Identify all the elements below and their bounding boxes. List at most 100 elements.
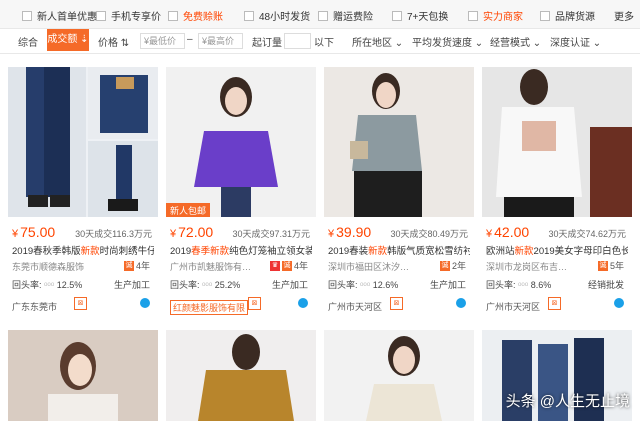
shop-name[interactable]: 深圳市福田区沐汐… bbox=[328, 260, 409, 273]
sort-business[interactable]: 经营模式 ⌄ bbox=[490, 34, 541, 49]
below-label: 以下 bbox=[314, 38, 334, 49]
sold-volume: 30天成交74.62万元 bbox=[548, 229, 626, 239]
chevron-down-icon: ⌄ bbox=[532, 38, 542, 49]
shop-location: 广州市天河区 bbox=[486, 302, 541, 312]
price-max-input[interactable]: ¥最高价 bbox=[198, 33, 243, 49]
checkbox-icon[interactable] bbox=[392, 10, 402, 21]
product-title[interactable]: 2019春装新款韩版气质宽松雪纺衬 bbox=[328, 243, 470, 257]
product-image[interactable] bbox=[482, 67, 632, 217]
product-title[interactable]: 2019春季新款纯色灯笼袖立领女装 bbox=[170, 243, 312, 257]
service-rating-icon: ᵒᵒᵒ bbox=[518, 280, 529, 290]
new-user-free-shipping-tag: 新人包邮 bbox=[166, 203, 211, 217]
price-dash: – bbox=[187, 34, 193, 45]
business-type: 生产加工 bbox=[429, 280, 466, 290]
guarantee-icon: ⊠ bbox=[74, 297, 87, 310]
wangwang-chat-icon[interactable] bbox=[614, 298, 624, 308]
product-image[interactable] bbox=[166, 330, 316, 421]
repeat-rate-label: 回头率: bbox=[486, 280, 516, 290]
sort-arrows-icon: ⇅ bbox=[120, 38, 130, 49]
service-rating-icon: ᵒᵒᵒ bbox=[360, 280, 371, 290]
repeat-rate-value: 25.2% bbox=[214, 280, 241, 290]
guarantee-icon: ⊠ bbox=[390, 297, 403, 310]
min-order-input[interactable] bbox=[284, 33, 311, 49]
business-type: 经销批发 bbox=[587, 280, 624, 290]
product-price: 75.00 bbox=[20, 224, 56, 240]
filter-bar: 新人首单优惠 手机专享价 免费赊账 48小时发货 赠运费险 7+天包换 实力商家… bbox=[0, 0, 640, 29]
repeat-rate-label: 回头率: bbox=[328, 280, 358, 290]
price-min-input[interactable]: ¥最低价 bbox=[140, 33, 185, 49]
min-order-label: 起订量 bbox=[252, 38, 282, 49]
product-image[interactable] bbox=[324, 330, 474, 421]
repeat-rate-label: 回头率: bbox=[12, 280, 42, 290]
business-type: 生产加工 bbox=[113, 280, 150, 290]
chevron-down-icon: ⌄ bbox=[592, 38, 602, 49]
checkbox-icon[interactable] bbox=[244, 10, 254, 21]
chevron-down-icon: ⌄ bbox=[474, 38, 484, 49]
shop-name[interactable]: 广州市凯魅服饰有… bbox=[170, 260, 251, 273]
filter-new-user[interactable]: 新人首单优惠 bbox=[22, 8, 97, 23]
filter-brand-source[interactable]: 品牌货源 bbox=[540, 8, 595, 23]
product-price: 39.90 bbox=[336, 224, 372, 240]
filter-free-credit[interactable]: 免费赊账 bbox=[168, 8, 223, 23]
checkbox-icon[interactable] bbox=[96, 10, 106, 21]
wangwang-chat-icon[interactable] bbox=[140, 298, 150, 308]
product-title[interactable]: 2019春秋季韩版新款时尚刺绣牛仔 bbox=[12, 243, 154, 257]
shop-location: 红颜魅影服饰有限 bbox=[170, 300, 249, 315]
sort-delivery[interactable]: 平均发货速度 ⌄ bbox=[412, 34, 483, 49]
sold-volume: 30天成交97.31万元 bbox=[232, 229, 310, 239]
sort-sales-active[interactable]: 成交额 ⇣ bbox=[47, 29, 89, 51]
repeat-rate-value: 8.6% bbox=[530, 280, 552, 290]
guarantee-icon: ⊠ bbox=[548, 297, 561, 310]
filter-strong-merchant[interactable]: 实力商家 bbox=[468, 8, 523, 23]
shop-years: 5年 bbox=[609, 261, 624, 271]
product-price: 42.00 bbox=[494, 224, 530, 240]
product-card[interactable]: 新人包邮 ¥72.00 30天成交97.31万元 2019春季新款纯色灯笼袖立领… bbox=[166, 67, 316, 317]
shop-years: 4年 bbox=[293, 261, 308, 271]
sold-volume: 30天成交80.49万元 bbox=[390, 229, 468, 239]
crown-icon: ♛ bbox=[269, 260, 280, 271]
sort-composite[interactable]: 综合 bbox=[18, 34, 38, 49]
watermark: 头条 @人生无止境 bbox=[505, 393, 630, 410]
filter-more[interactable]: 更多 bbox=[614, 8, 634, 23]
product-card[interactable]: ¥42.00 30天成交74.62万元 欧洲站新款2019美女字母印白色长袖 深… bbox=[482, 67, 632, 317]
filter-7day-exchange[interactable]: 7+天包换 bbox=[392, 8, 448, 23]
filter-48h-ship[interactable]: 48小时发货 bbox=[244, 8, 310, 23]
cert-badge-icon: 诚 bbox=[597, 260, 608, 271]
shop-location: 广东东莞市 bbox=[12, 302, 58, 312]
product-card[interactable]: ¥39.90 30天成交80.49万元 2019春装新款韩版气质宽松雪纺衬 深圳… bbox=[324, 67, 474, 317]
sort-price[interactable]: 价格 ⇅ bbox=[98, 34, 129, 49]
product-image[interactable] bbox=[324, 67, 474, 217]
checkbox-icon[interactable] bbox=[468, 10, 478, 21]
sort-region[interactable]: 所在地区 ⌄ bbox=[352, 34, 403, 49]
product-image[interactable] bbox=[8, 67, 158, 217]
filter-mobile-price[interactable]: 手机专享价 bbox=[96, 8, 161, 23]
checkbox-icon[interactable] bbox=[318, 10, 328, 21]
checkbox-icon[interactable] bbox=[168, 10, 178, 21]
business-type: 生产加工 bbox=[271, 280, 308, 290]
chevron-down-icon: ⌄ bbox=[394, 38, 404, 49]
product-image[interactable]: 新人包邮 bbox=[166, 67, 316, 217]
service-rating-icon: ᵒᵒᵒ bbox=[202, 280, 213, 290]
repeat-rate-value: 12.5% bbox=[56, 280, 83, 290]
product-title[interactable]: 欧洲站新款2019美女字母印白色长袖 bbox=[486, 243, 628, 257]
shop-name[interactable]: 深圳市龙岗区布吉… bbox=[486, 260, 567, 273]
wangwang-chat-icon[interactable] bbox=[456, 298, 466, 308]
repeat-rate-value: 12.6% bbox=[372, 280, 399, 290]
repeat-rate-label: 回头率: bbox=[170, 280, 200, 290]
guarantee-icon: ⊠ bbox=[248, 297, 261, 310]
product-price: 72.00 bbox=[178, 224, 214, 240]
checkbox-icon[interactable] bbox=[22, 10, 32, 21]
product-image[interactable] bbox=[8, 330, 158, 421]
shop-years: 2年 bbox=[451, 261, 466, 271]
service-rating-icon: ᵒᵒᵒ bbox=[44, 280, 55, 290]
shop-name[interactable]: 东莞市顺德森服饰 bbox=[12, 260, 84, 273]
cert-badge-icon: 诚 bbox=[439, 260, 450, 271]
product-card[interactable]: ¥75.00 30天成交116.3万元 2019春秋季韩版新款时尚刺绣牛仔 东莞… bbox=[8, 67, 158, 317]
wangwang-chat-icon[interactable] bbox=[298, 298, 308, 308]
filter-shipping-insurance[interactable]: 赠运费险 bbox=[318, 8, 373, 23]
sort-certification[interactable]: 深度认证 ⌄ bbox=[550, 34, 601, 49]
checkbox-icon[interactable] bbox=[540, 10, 550, 21]
sold-volume: 30天成交116.3万元 bbox=[75, 229, 152, 239]
cert-badge-icon: 诚 bbox=[123, 260, 134, 271]
cert-badge-icon: 诚 bbox=[281, 260, 292, 271]
